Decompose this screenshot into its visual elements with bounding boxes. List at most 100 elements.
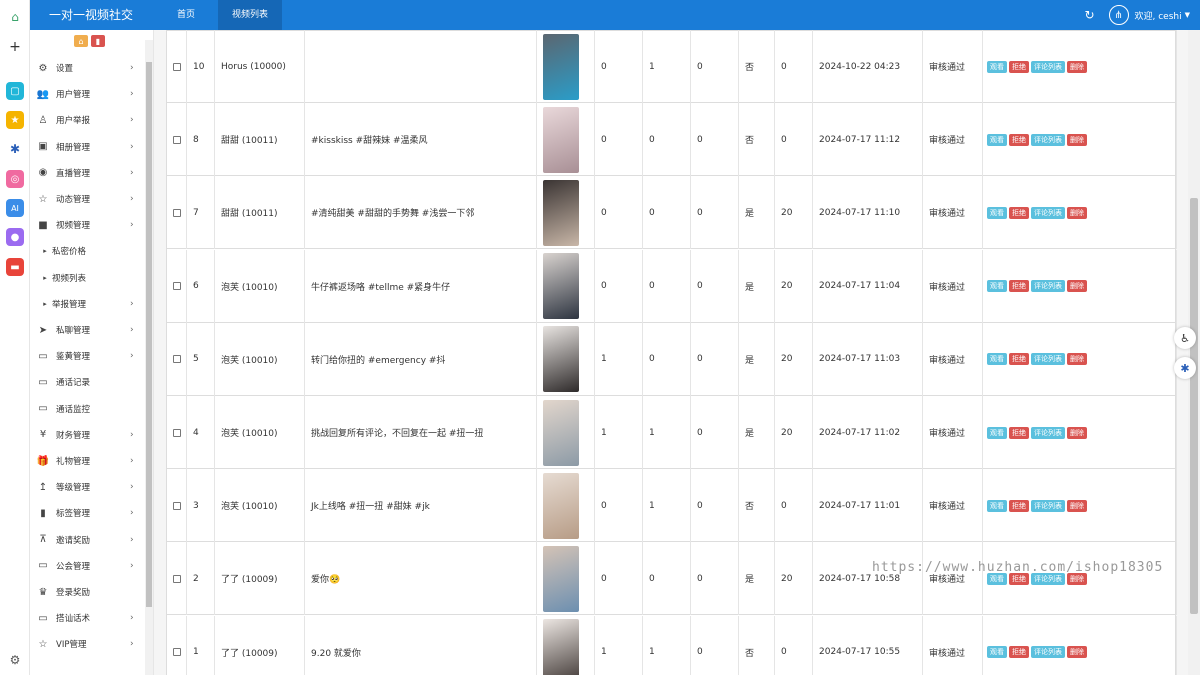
- comment-list-button[interactable]: 评论列表: [1031, 206, 1065, 219]
- row-checkbox[interactable]: [173, 282, 181, 291]
- comment-list-button[interactable]: 评论列表: [1031, 646, 1065, 659]
- sidebar-item[interactable]: ▸ 视频列表: [30, 265, 144, 291]
- view-button[interactable]: 观看: [987, 646, 1007, 659]
- sidebar-item[interactable]: ◉ 直播管理 ›: [30, 160, 144, 186]
- delete-button[interactable]: 删除: [1067, 280, 1087, 293]
- row-checkbox[interactable]: [173, 648, 181, 657]
- video-thumbnail[interactable]: [543, 179, 579, 246]
- reject-button[interactable]: 拒绝: [1009, 133, 1029, 146]
- sidebar-item[interactable]: ▸ 举报管理 ›: [30, 291, 144, 317]
- sidebar-item[interactable]: ♙ 用户举报 ›: [30, 107, 144, 133]
- app-network-icon[interactable]: ✱: [6, 140, 24, 158]
- sidebar-item[interactable]: ▸ 私密价格: [30, 238, 144, 264]
- sidebar-item[interactable]: ⚙ 设置 ›: [30, 55, 144, 81]
- sidebar-item[interactable]: ▭ 搭讪话术 ›: [30, 605, 144, 631]
- comment-list-button[interactable]: 评论列表: [1031, 426, 1065, 439]
- welcome-text[interactable]: 欢迎, ceshi: [1135, 9, 1182, 22]
- caret-down-icon[interactable]: ▼: [1185, 11, 1190, 19]
- sidebar-item[interactable]: ↥ 等级管理 ›: [30, 474, 144, 500]
- view-button[interactable]: 观看: [987, 133, 1007, 146]
- app-ai-badge-icon[interactable]: AI: [6, 199, 24, 217]
- gear-icon[interactable]: ⚙: [6, 651, 24, 669]
- reject-button[interactable]: 拒绝: [1009, 280, 1029, 293]
- sidebar-item[interactable]: ▭ 公会管理 ›: [30, 553, 144, 579]
- view-button[interactable]: 观看: [987, 353, 1007, 366]
- view-button[interactable]: 观看: [987, 499, 1007, 512]
- view-button[interactable]: 观看: [987, 426, 1007, 439]
- comment-list-button[interactable]: 评论列表: [1031, 353, 1065, 366]
- video-thumbnail[interactable]: [543, 545, 579, 612]
- comment-list-button[interactable]: 评论列表: [1031, 499, 1065, 512]
- sidebar-item[interactable]: ▣ 相册管理 ›: [30, 134, 144, 160]
- reject-button[interactable]: 拒绝: [1009, 499, 1029, 512]
- nav-video-list[interactable]: 视频列表: [218, 0, 282, 30]
- sidebar-item[interactable]: ♛ 登录奖励: [30, 579, 144, 605]
- nav-home[interactable]: 首页: [166, 0, 206, 30]
- sidebar-item[interactable]: ➤ 私聊管理 ›: [30, 317, 144, 343]
- view-button[interactable]: 观看: [987, 206, 1007, 219]
- sidebar-item[interactable]: ☆ VIP管理 ›: [30, 631, 144, 657]
- network-float-icon[interactable]: ✱: [1174, 357, 1196, 379]
- delete-button[interactable]: 删除: [1067, 426, 1087, 439]
- delete-button[interactable]: 删除: [1067, 353, 1087, 366]
- row-checkbox[interactable]: [173, 574, 181, 583]
- comment-list-button[interactable]: 评论列表: [1031, 280, 1065, 293]
- sidebar-item-label: 鉴黄管理: [56, 352, 91, 363]
- add-icon[interactable]: +: [6, 38, 24, 56]
- reject-button[interactable]: 拒绝: [1009, 646, 1029, 659]
- app-chat-icon[interactable]: ▢: [6, 82, 24, 100]
- sidebar-item[interactable]: 🎁 礼物管理 ›: [30, 448, 144, 474]
- reject-button[interactable]: 拒绝: [1009, 426, 1029, 439]
- comment-list-button[interactable]: 评论列表: [1031, 572, 1065, 585]
- sidebar-item[interactable]: ⊼ 邀请奖励 ›: [30, 527, 144, 553]
- delete-button[interactable]: 删除: [1067, 60, 1087, 73]
- sidebar-item[interactable]: ■ 视频管理 ›: [30, 212, 144, 238]
- video-thumbnail[interactable]: [543, 399, 579, 466]
- video-thumbnail[interactable]: [543, 106, 579, 173]
- row-checkbox[interactable]: [173, 501, 181, 510]
- sidebar-item[interactable]: ▭ 通话监控: [30, 396, 144, 422]
- view-button[interactable]: 观看: [987, 572, 1007, 585]
- comment-list-button[interactable]: 评论列表: [1031, 133, 1065, 146]
- delete-button[interactable]: 删除: [1067, 572, 1087, 585]
- comment-list-button[interactable]: 评论列表: [1031, 60, 1065, 73]
- reject-button[interactable]: 拒绝: [1009, 206, 1029, 219]
- row-checkbox[interactable]: [173, 62, 181, 71]
- reject-button[interactable]: 拒绝: [1009, 353, 1029, 366]
- view-button[interactable]: 观看: [987, 60, 1007, 73]
- avatar-icon[interactable]: ⋔: [1108, 5, 1129, 25]
- video-thumbnail[interactable]: [543, 326, 579, 393]
- reject-button[interactable]: 拒绝: [1009, 572, 1029, 585]
- row-checkbox[interactable]: [173, 135, 181, 144]
- video-thumbnail[interactable]: [543, 33, 579, 100]
- delete-button[interactable]: 删除: [1067, 646, 1087, 659]
- video-thumbnail[interactable]: [543, 253, 579, 320]
- app-ai-icon[interactable]: ◎: [6, 170, 24, 188]
- sidebar-item[interactable]: ▮ 标签管理 ›: [30, 500, 144, 526]
- refresh-icon[interactable]: ↻: [1084, 8, 1094, 22]
- home-button[interactable]: ⌂: [74, 35, 88, 47]
- home-icon[interactable]: ⌂: [6, 8, 24, 26]
- sidebar-item[interactable]: 👥 用户管理 ›: [30, 81, 144, 107]
- view-button[interactable]: 观看: [987, 280, 1007, 293]
- app-game-icon[interactable]: ▬: [6, 258, 24, 276]
- video-thumbnail[interactable]: [543, 619, 579, 675]
- sidebar-item[interactable]: ☆ 动态管理 ›: [30, 186, 144, 212]
- row-checkbox[interactable]: [173, 355, 181, 364]
- sidebar-item[interactable]: ¥ 财务管理 ›: [30, 422, 144, 448]
- delete-button[interactable]: ▮: [91, 35, 105, 47]
- delete-button[interactable]: 删除: [1067, 206, 1087, 219]
- row-checkbox[interactable]: [173, 208, 181, 217]
- sidebar-item[interactable]: ▭ 鉴黄管理 ›: [30, 343, 144, 369]
- delete-button[interactable]: 删除: [1067, 133, 1087, 146]
- app-star-icon[interactable]: ★: [6, 111, 24, 129]
- sidebar-item[interactable]: ▭ 通话记录: [30, 369, 144, 395]
- delete-button[interactable]: 删除: [1067, 499, 1087, 512]
- row-checkbox[interactable]: [173, 428, 181, 437]
- accessibility-icon[interactable]: ♿: [1174, 327, 1196, 349]
- app-robot-icon[interactable]: ●: [6, 228, 24, 246]
- video-thumbnail[interactable]: [543, 472, 579, 539]
- sidebar-scroll-thumb[interactable]: [146, 62, 152, 607]
- main-scroll-thumb[interactable]: [1190, 198, 1198, 614]
- reject-button[interactable]: 拒绝: [1009, 60, 1029, 73]
